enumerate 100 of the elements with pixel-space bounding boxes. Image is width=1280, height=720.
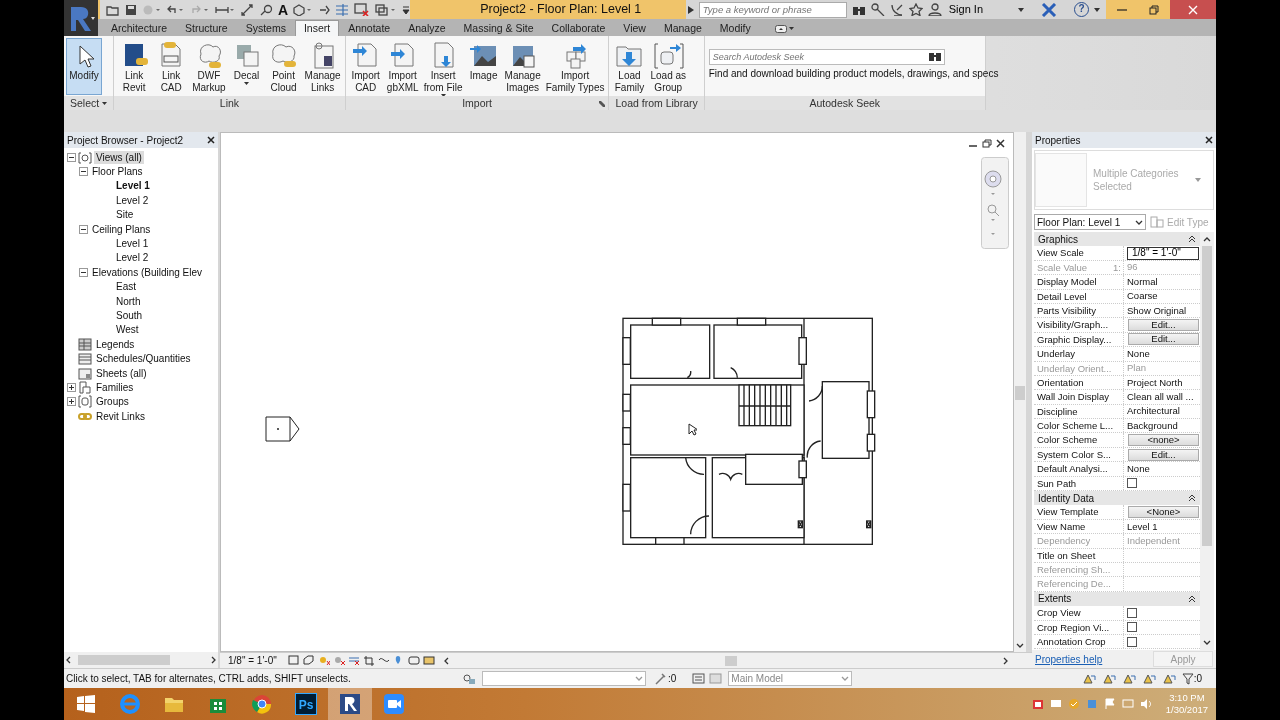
scroll-down-icon[interactable] <box>1202 639 1212 647</box>
property-edit-button[interactable]: <none> <box>1128 434 1199 447</box>
dialog-launcher-icon[interactable] <box>599 101 606 107</box>
panel-footer[interactable]: Autodesk Seek <box>704 96 985 110</box>
panel-footer[interactable]: Link <box>114 96 345 110</box>
tree-item[interactable]: North <box>114 294 143 308</box>
ribbon-button[interactable]: Insert from File <box>421 38 465 95</box>
tree-item[interactable]: Level 2 <box>114 251 151 265</box>
tree-item[interactable]: Schedules/Quantities <box>94 352 193 366</box>
tree-item[interactable]: Floor Plans <box>90 165 145 179</box>
collapse-toggle-icon[interactable] <box>79 167 88 177</box>
tree-item[interactable]: Level 2 <box>114 193 151 207</box>
property-edit-button[interactable]: Edit... <box>1128 448 1199 461</box>
collapse-toggle-icon[interactable] <box>67 152 76 162</box>
checkbox[interactable] <box>1127 636 1137 647</box>
close-icon[interactable] <box>1205 136 1213 144</box>
ribbon-button[interactable]: DWF Markup <box>190 38 228 95</box>
close-icon[interactable] <box>996 139 1005 148</box>
caret-icon[interactable] <box>789 27 795 30</box>
exchange-x-icon[interactable] <box>1041 2 1057 17</box>
ribbon-tab[interactable]: Insert <box>294 20 340 36</box>
close-icon[interactable] <box>207 136 215 144</box>
taskbar-app-button[interactable] <box>328 688 372 720</box>
property-edit-button[interactable]: Edit... <box>1128 333 1199 346</box>
expand-toggle-icon[interactable] <box>67 382 76 392</box>
underlay-select-icon[interactable] <box>1101 672 1116 685</box>
panel-toggle-button[interactable] <box>773 23 796 34</box>
ribbon-tab[interactable]: Analyze <box>399 20 455 36</box>
tree-item[interactable]: Level 1 <box>114 179 152 193</box>
ribbon-tab[interactable]: Architecture <box>102 20 177 36</box>
tree-item[interactable]: West <box>114 323 141 337</box>
wrench-icon[interactable] <box>870 3 885 16</box>
save-icon[interactable] <box>125 3 137 16</box>
taskbar-app-button[interactable]: Ps <box>284 688 328 720</box>
face-select-icon[interactable] <box>1141 672 1156 685</box>
3d-view-icon[interactable] <box>293 3 314 16</box>
caret-icon[interactable] <box>102 101 108 105</box>
restore-icon[interactable] <box>982 139 992 148</box>
binoculars-icon[interactable] <box>927 50 942 62</box>
view-scale-button[interactable]: 1/8" = 1'-0" <box>220 653 277 668</box>
ribbon-button[interactable]: Import Family Types <box>543 38 607 95</box>
search-field[interactable]: Type a keyword or phrase <box>698 1 847 18</box>
properties-help-link[interactable]: Properties help <box>1035 651 1103 667</box>
scroll-up-icon[interactable] <box>1202 235 1212 243</box>
tree-item[interactable]: Legends <box>94 337 137 351</box>
ribbon-tab[interactable]: Collaborate <box>542 20 615 36</box>
camera-app-icon[interactable] <box>1031 698 1044 710</box>
ribbon-button[interactable]: Import CAD <box>347 38 384 95</box>
ribbon-button[interactable]: Load as Group <box>648 38 689 95</box>
tree-item[interactable]: Views (all) <box>94 150 144 164</box>
crop-view-icon[interactable] <box>362 655 375 666</box>
shadows-icon[interactable] <box>332 655 345 666</box>
design-option-dropdown[interactable]: Main Model <box>728 671 853 686</box>
seek-search-field[interactable]: Search Autodesk Seek <box>708 49 945 65</box>
collapse-toggle-icon[interactable] <box>79 224 88 234</box>
undo-icon[interactable] <box>165 3 185 16</box>
scroll-down-icon[interactable] <box>1015 642 1025 650</box>
pinned-select-icon[interactable] <box>1121 672 1136 685</box>
close-hidden-windows-icon[interactable] <box>354 3 371 16</box>
ribbon-tab[interactable]: Systems <box>236 20 295 36</box>
checkbox[interactable] <box>1127 622 1137 633</box>
scrollbar-thumb[interactable] <box>1202 246 1212 546</box>
ribbon-button[interactable]: Modify <box>66 38 102 95</box>
caret-icon[interactable] <box>1094 7 1100 12</box>
property-edit-button[interactable]: <None> <box>1128 506 1199 519</box>
ribbon-tab[interactable]: View <box>614 20 655 36</box>
ribbon-button[interactable]: Manage Images <box>502 38 543 95</box>
property-group-header[interactable]: Extents <box>1034 591 1200 607</box>
ribbon-tab[interactable]: Annotate <box>339 20 400 36</box>
scrollbar-thumb[interactable] <box>724 655 737 666</box>
link-select-icon[interactable] <box>1081 672 1096 685</box>
worksets-icon[interactable] <box>462 672 476 685</box>
reveal-hidden-icon[interactable] <box>407 655 420 666</box>
tree-item[interactable]: Ceiling Plans <box>90 222 153 236</box>
panel-footer[interactable]: Select <box>64 96 114 110</box>
user-icon[interactable] <box>927 3 942 16</box>
sun-path-icon[interactable] <box>317 655 330 666</box>
section-icon[interactable] <box>318 3 331 16</box>
property-group-header[interactable]: Graphics <box>1034 232 1200 247</box>
expand-toggle-icon[interactable] <box>67 397 76 407</box>
ribbon-button[interactable]: Image <box>465 38 502 95</box>
tree-item[interactable]: Groups <box>94 395 131 409</box>
tree-item[interactable]: South <box>114 309 145 322</box>
tree-item[interactable]: Families <box>94 380 136 394</box>
ribbon-button[interactable]: Point Cloud <box>265 38 302 95</box>
analytical-model-icon[interactable] <box>422 655 435 666</box>
type-selector[interactable]: Floor Plan: Level 1 <box>1034 214 1146 230</box>
ribbon-button[interactable]: Link Revit <box>116 38 153 95</box>
panel-footer[interactable]: Import <box>345 96 609 110</box>
dimension-icon[interactable] <box>240 3 254 16</box>
tree-item[interactable]: Level 1 <box>114 237 151 251</box>
editable-only-icon[interactable] <box>654 672 666 685</box>
open-folder-icon[interactable] <box>106 3 120 16</box>
ribbon-tab[interactable]: Modify <box>710 20 760 36</box>
design-options-icon[interactable] <box>692 673 706 684</box>
scrollbar-thumb[interactable] <box>78 655 170 665</box>
visual-style-icon[interactable] <box>302 655 315 666</box>
switch-windows-icon[interactable] <box>375 3 398 16</box>
tree-item[interactable]: East <box>114 280 138 294</box>
ribbon-button[interactable]: Load Family <box>611 38 648 95</box>
